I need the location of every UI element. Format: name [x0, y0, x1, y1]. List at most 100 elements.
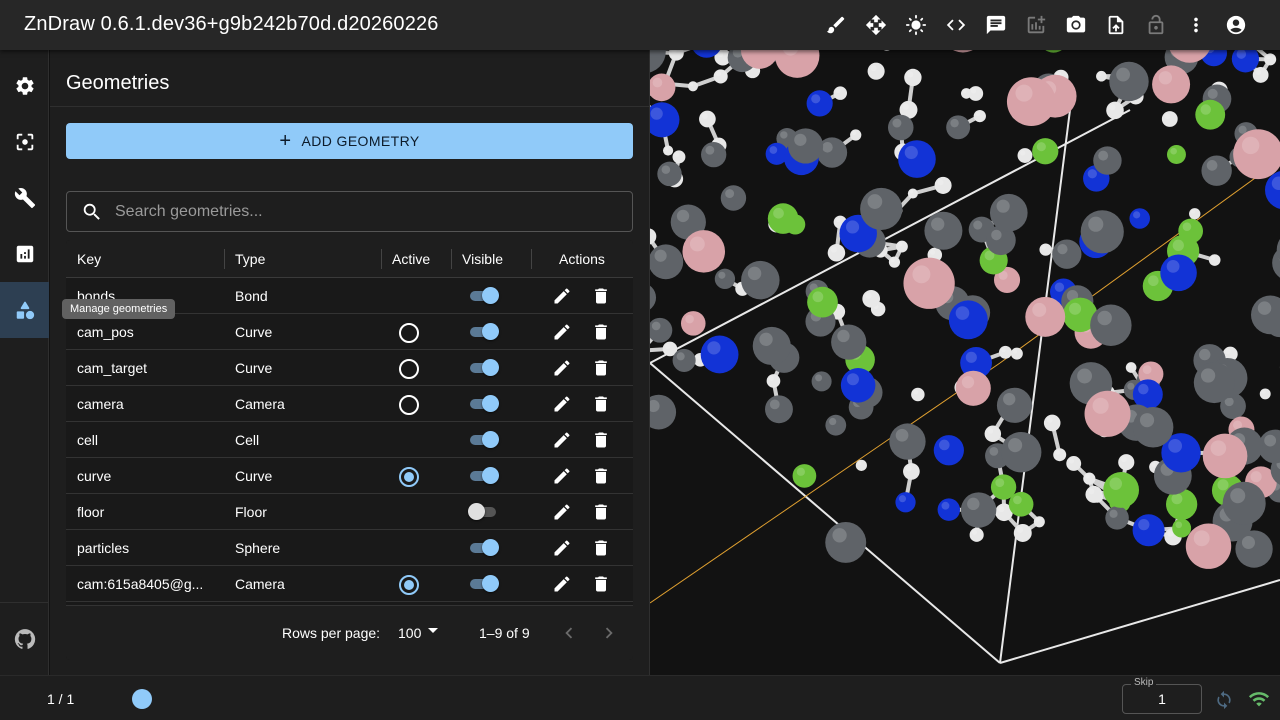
upload-icon[interactable] [1096, 5, 1136, 45]
search-field[interactable] [66, 191, 633, 232]
atom[interactable] [1093, 146, 1122, 175]
atom[interactable] [887, 114, 914, 141]
atom[interactable] [807, 286, 838, 318]
search-input[interactable] [115, 202, 595, 221]
sidebar-item-geometries[interactable] [0, 282, 49, 338]
edit-button[interactable] [552, 574, 572, 594]
column-separator[interactable] [451, 249, 452, 269]
skip-input[interactable]: 1 [1123, 691, 1201, 707]
atom[interactable] [650, 102, 680, 138]
atom[interactable] [1201, 155, 1232, 186]
atom[interactable] [855, 459, 867, 471]
edit-button[interactable] [552, 358, 572, 378]
sidebar-item-settings[interactable] [0, 58, 49, 114]
atom[interactable] [1160, 254, 1197, 292]
sidebar-item-analysis[interactable] [0, 226, 49, 282]
delete-button[interactable] [591, 286, 611, 306]
molecule-scene[interactable] [650, 50, 1280, 675]
atom[interactable] [1013, 523, 1032, 542]
atom[interactable] [1166, 145, 1186, 165]
atom[interactable] [1105, 506, 1129, 530]
atom[interactable] [933, 435, 964, 466]
add-geometry-button[interactable]: + ADD GEOMETRY [66, 123, 633, 159]
atom[interactable] [1189, 208, 1201, 220]
header-active[interactable]: Active [392, 240, 430, 278]
atom[interactable] [713, 69, 728, 84]
table-row[interactable]: cell Cell [66, 422, 633, 458]
atom[interactable] [811, 371, 832, 392]
table-row[interactable]: curve Curve [66, 458, 633, 494]
atom[interactable] [896, 240, 908, 253]
delete-button[interactable] [591, 394, 611, 414]
visibility-toggle[interactable] [468, 575, 499, 592]
delete-button[interactable] [591, 538, 611, 558]
atom[interactable] [831, 324, 867, 360]
atom[interactable] [937, 498, 961, 521]
camera-icon[interactable] [1056, 5, 1096, 45]
atom[interactable] [1043, 414, 1061, 432]
edit-button[interactable] [552, 466, 572, 486]
visibility-toggle[interactable] [468, 359, 499, 376]
account-icon[interactable] [1216, 5, 1256, 45]
atom[interactable] [1118, 454, 1135, 471]
active-radio[interactable] [399, 359, 419, 379]
atom[interactable] [1195, 99, 1226, 130]
atom[interactable] [881, 50, 892, 51]
atom[interactable] [973, 109, 986, 123]
move-icon[interactable] [856, 5, 896, 45]
atom[interactable] [942, 50, 984, 53]
atom[interactable] [825, 414, 847, 436]
atom[interactable] [788, 128, 824, 164]
atom[interactable] [1053, 448, 1067, 462]
visibility-toggle[interactable] [468, 431, 499, 448]
atom[interactable] [1185, 523, 1232, 569]
previous-page-button[interactable] [558, 622, 580, 644]
next-page-button[interactable] [598, 622, 620, 644]
atom[interactable] [774, 50, 820, 78]
atom[interactable] [903, 257, 955, 309]
active-radio[interactable] [399, 575, 419, 595]
atom[interactable] [955, 370, 991, 406]
edit-button[interactable] [552, 430, 572, 450]
table-row[interactable]: cam_pos Curve [66, 314, 633, 350]
atom[interactable] [1025, 296, 1066, 337]
edit-button[interactable] [552, 322, 572, 342]
visibility-toggle[interactable] [468, 323, 499, 340]
column-separator[interactable] [224, 249, 225, 269]
edit-button[interactable] [552, 502, 572, 522]
atom[interactable] [946, 115, 971, 140]
atom[interactable] [1103, 472, 1140, 508]
atom[interactable] [1066, 456, 1082, 471]
atom[interactable] [904, 68, 922, 87]
atom[interactable] [996, 387, 1033, 423]
atom[interactable] [903, 463, 920, 480]
atom[interactable] [672, 348, 696, 372]
atom[interactable] [833, 86, 847, 100]
atom[interactable] [672, 150, 686, 164]
atom[interactable] [1006, 77, 1056, 127]
frame-slider-thumb[interactable] [132, 689, 152, 709]
atom[interactable] [650, 73, 676, 102]
atom[interactable] [657, 161, 682, 187]
atom[interactable] [1202, 433, 1248, 479]
atom[interactable] [898, 140, 936, 178]
visibility-toggle[interactable] [468, 503, 498, 520]
atom[interactable] [1000, 431, 1042, 473]
delete-button[interactable] [591, 358, 611, 378]
atom[interactable] [1106, 101, 1124, 120]
atom[interactable] [765, 395, 793, 424]
atom[interactable] [1129, 208, 1150, 229]
atom[interactable] [680, 311, 706, 336]
visibility-toggle[interactable] [468, 395, 499, 412]
column-separator[interactable] [381, 249, 382, 269]
edit-button[interactable] [552, 538, 572, 558]
active-radio[interactable] [399, 395, 419, 415]
atom[interactable] [1080, 210, 1124, 254]
atom[interactable] [1259, 388, 1271, 400]
delete-button[interactable] [591, 466, 611, 486]
atom[interactable] [1010, 347, 1023, 360]
atom[interactable] [990, 474, 1017, 500]
atom[interactable] [650, 283, 657, 312]
delete-button[interactable] [591, 430, 611, 450]
sidebar-item-modifiers[interactable] [0, 170, 49, 226]
